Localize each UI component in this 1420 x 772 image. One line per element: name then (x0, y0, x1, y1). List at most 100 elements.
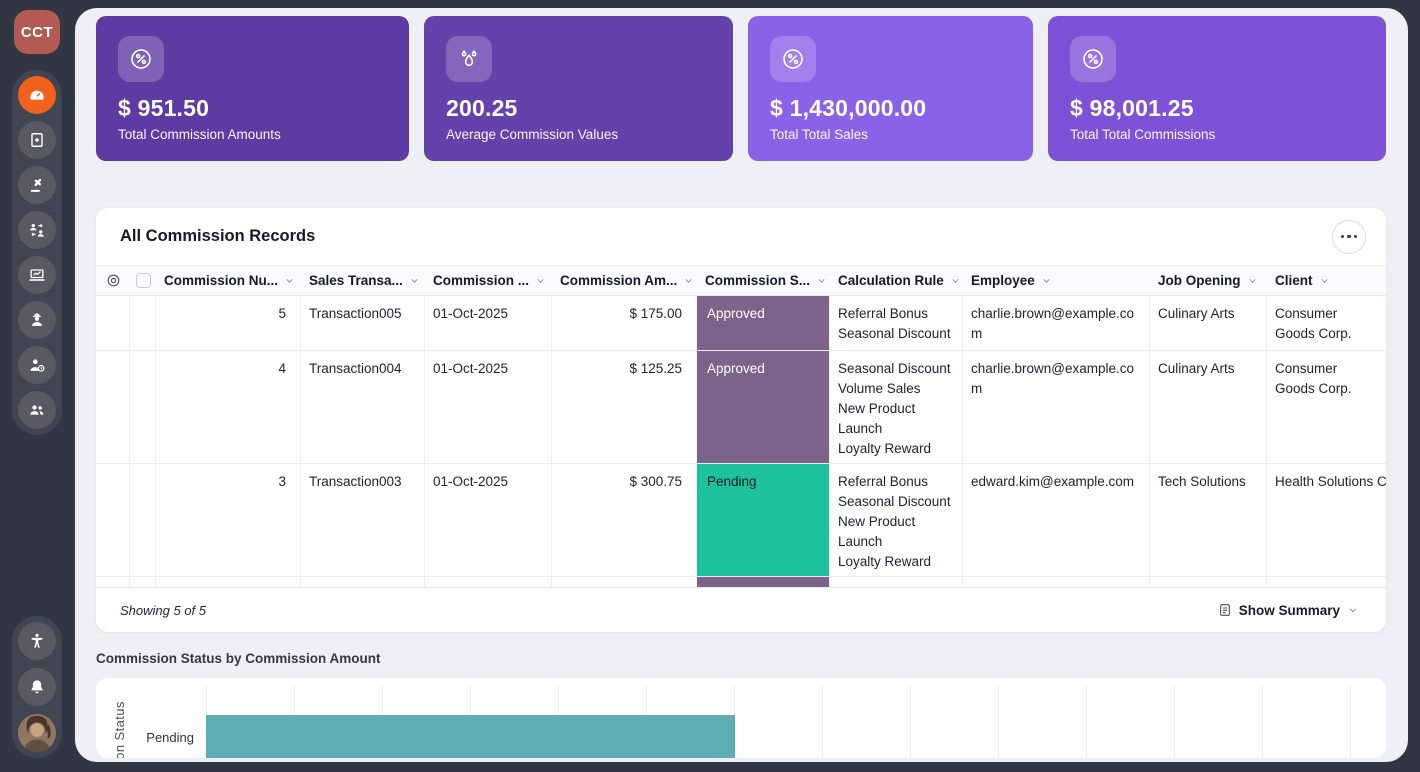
cell-commission-number: 3 (156, 464, 301, 576)
stat-card: $ 951.50Total Commission Amounts (96, 16, 409, 161)
cell-employee (963, 577, 1150, 587)
column-header-label: Job Opening (1158, 273, 1241, 288)
table-header-row: Commission Nu...Sales Transa... Commissio… (96, 266, 1386, 296)
stat-card-value: $ 98,001.25 (1070, 95, 1364, 122)
chart-title: Commission Status by Commission Amount (96, 651, 381, 666)
chart-bar-pending[interactable] (206, 715, 735, 758)
cell-client: Health Solutions C (1267, 464, 1386, 576)
stat-card-icon-tile (1070, 36, 1116, 82)
chart-gridline (1174, 686, 1175, 758)
cell-job-opening: Culinary Arts (1150, 296, 1267, 350)
cell-calculation-rule: Referral BonusSeasonal DiscountNew Produ… (830, 464, 963, 576)
calculation-rule-item: Seasonal Discount (838, 324, 954, 344)
person-clock-icon (27, 355, 47, 375)
cell-client: Consumer Goods Corp. (1267, 296, 1386, 350)
target-icon (105, 272, 122, 289)
percent-circle-icon (1081, 47, 1105, 71)
table-row[interactable] (96, 577, 1386, 587)
column-header[interactable]: Employee (963, 273, 1150, 288)
stat-card-icon-tile (770, 36, 816, 82)
stat-card-value: $ 951.50 (118, 95, 387, 122)
sidebar-item-people-swap[interactable] (18, 211, 56, 249)
column-header-label: Commission ... (433, 273, 529, 288)
cell-commission-number: 5 (156, 296, 301, 350)
column-header[interactable]: Commission ... (425, 273, 552, 288)
chevron-down-icon (408, 274, 421, 287)
row-target-cell (96, 577, 130, 587)
column-header-label: Commission S... (705, 273, 810, 288)
sidebar-nav-top (12, 70, 62, 435)
cell-job-opening: Culinary Arts (1150, 351, 1267, 463)
column-header[interactable]: Commission Nu... (156, 273, 301, 288)
chevron-down-icon (815, 274, 828, 287)
cell-commission-status: Approved (697, 296, 830, 350)
chart-gridline (822, 686, 823, 758)
sidebar-item-profile[interactable] (18, 714, 56, 752)
calculation-rule-item: Seasonal Discount (838, 359, 954, 379)
stat-card-icon-tile (446, 36, 492, 82)
sidebar-item-presentation[interactable] (18, 256, 56, 294)
calculation-rule-item: Loyalty Reward (838, 439, 954, 459)
chart-gridline (1086, 686, 1087, 758)
sidebar-item-records[interactable] (18, 121, 56, 159)
show-summary-label: Show Summary (1239, 603, 1340, 618)
cell-commission-amount (552, 577, 697, 587)
sidebar-item-dashboard[interactable] (18, 76, 56, 114)
app-logo[interactable]: CCT (14, 10, 60, 54)
cell-commission-date: 01-Oct-2025 (425, 351, 552, 463)
more-options-button[interactable] (1332, 220, 1366, 254)
cell-sales-transaction: Transaction004 (301, 351, 425, 463)
cell-employee: charlie.brown@example.com (963, 351, 1150, 463)
cell-client: Consumer Goods Corp. (1267, 351, 1386, 463)
cell-commission-date: 01-Oct-2025 (425, 464, 552, 576)
chart-gridline (910, 686, 911, 758)
show-summary-button[interactable]: Show Summary (1211, 601, 1366, 619)
cell-job-opening (1150, 577, 1267, 587)
stat-card-icon-tile (118, 36, 164, 82)
chart-card: Commission Status Pending (96, 678, 1386, 758)
row-select-cell (130, 577, 156, 587)
column-header-label: Commission Am... (560, 273, 677, 288)
chevron-down-icon (1346, 603, 1360, 617)
chevron-down-icon (1318, 274, 1331, 287)
column-header[interactable]: Commission Am... (552, 273, 697, 288)
records-title: All Commission Records (120, 227, 315, 246)
records-footer: Showing 5 of 5 Show Summary (96, 587, 1386, 632)
sidebar-item-notifications[interactable] (18, 668, 56, 706)
table-row[interactable]: 5Transaction00501-Oct-2025$ 175.00Approv… (96, 296, 1386, 351)
sidebar-item-person-schedule[interactable] (18, 346, 56, 384)
stat-card-label: Total Total Commissions (1070, 127, 1364, 142)
cell-commission-amount: $ 125.25 (552, 351, 697, 463)
chart-gridline (1350, 686, 1351, 758)
column-header[interactable]: Job Opening (1150, 273, 1267, 288)
table-row[interactable]: 4Transaction00401-Oct-2025$ 125.25Approv… (96, 351, 1386, 464)
ellipsis-icon (1341, 235, 1358, 239)
sidebar-item-auctions[interactable] (18, 166, 56, 204)
calculation-rule-item: Referral Bonus (838, 472, 954, 492)
sidebar-item-agent[interactable] (18, 301, 56, 339)
records-header: All Commission Records (96, 208, 1386, 266)
column-header[interactable]: Client (1267, 273, 1386, 288)
select-all-checkbox[interactable] (136, 273, 151, 288)
stat-card: $ 1,430,000.00Total Total Sales (748, 16, 1033, 161)
cell-commission-number (156, 577, 301, 587)
sidebar-item-accessibility[interactable] (18, 622, 56, 660)
column-header-label: Employee (971, 273, 1035, 288)
percent-circle-icon (781, 47, 805, 71)
column-header-label: Calculation Rule (838, 273, 944, 288)
column-header[interactable]: Calculation Rule (830, 273, 963, 288)
people-swap-icon (27, 220, 47, 240)
table-row[interactable]: 3Transaction00301-Oct-2025$ 300.75Pendin… (96, 464, 1386, 577)
calculation-rule-item: New Product Launch (838, 512, 954, 552)
table-body: 5Transaction00501-Oct-2025$ 175.00Approv… (96, 296, 1386, 587)
sidebar-item-people[interactable] (18, 391, 56, 429)
stat-card-label: Total Total Sales (770, 127, 1011, 142)
stat-card: $ 98,001.25 Total Total Commissions (1048, 16, 1386, 161)
percent-circle-icon (129, 47, 153, 71)
column-header[interactable]: Sales Transa... (301, 273, 425, 288)
column-header[interactable]: Commission S... (697, 273, 830, 288)
chevron-down-icon (682, 274, 695, 287)
stat-card-label: Average Commission Values (446, 127, 711, 142)
row-select-cell (130, 464, 156, 576)
cell-calculation-rule: Seasonal DiscountVolume SalesNew Product… (830, 351, 963, 463)
